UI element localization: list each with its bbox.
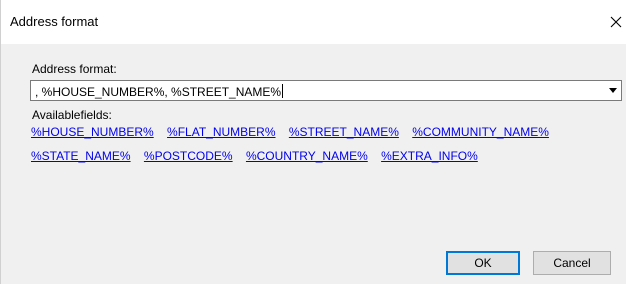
text-caret — [282, 84, 284, 98]
cancel-button[interactable]: Cancel — [533, 251, 611, 275]
chevron-down-icon[interactable] — [609, 88, 617, 93]
address-format-label: Address format: — [32, 62, 117, 76]
address-format-combobox[interactable]: , %HOUSE_NUMBER%, %STREET_NAME% — [30, 80, 622, 101]
field-link-flat-number[interactable]: %FLAT_NUMBER% — [167, 125, 275, 139]
field-link-community-name[interactable]: %COMMUNITY_NAME% — [412, 125, 549, 139]
field-link-street-name[interactable]: %STREET_NAME% — [289, 125, 399, 139]
field-link-house-number[interactable]: %HOUSE_NUMBER% — [31, 125, 154, 139]
fields-row-1: %HOUSE_NUMBER% %FLAT_NUMBER% %STREET_NAM… — [31, 125, 559, 139]
available-fields-label: Availablefields: — [32, 108, 112, 122]
address-format-value: , %HOUSE_NUMBER%, %STREET_NAME% — [35, 85, 282, 99]
dialog-title: Address format — [10, 14, 99, 29]
field-link-extra-info[interactable]: %EXTRA_INFO% — [381, 149, 478, 163]
title-bar: Address format — [1, 0, 626, 44]
field-link-postcode[interactable]: %POSTCODE% — [144, 149, 233, 163]
address-format-dialog: Address format Address format: , %HOUSE_… — [0, 0, 626, 284]
ok-button[interactable]: OK — [446, 251, 520, 275]
close-icon — [610, 16, 622, 28]
fields-row-2: %STATE_NAME% %POSTCODE% %COUNTRY_NAME% %… — [31, 149, 488, 163]
field-link-country-name[interactable]: %COUNTRY_NAME% — [246, 149, 368, 163]
close-button[interactable] — [605, 10, 626, 34]
field-link-state-name[interactable]: %STATE_NAME% — [31, 149, 131, 163]
